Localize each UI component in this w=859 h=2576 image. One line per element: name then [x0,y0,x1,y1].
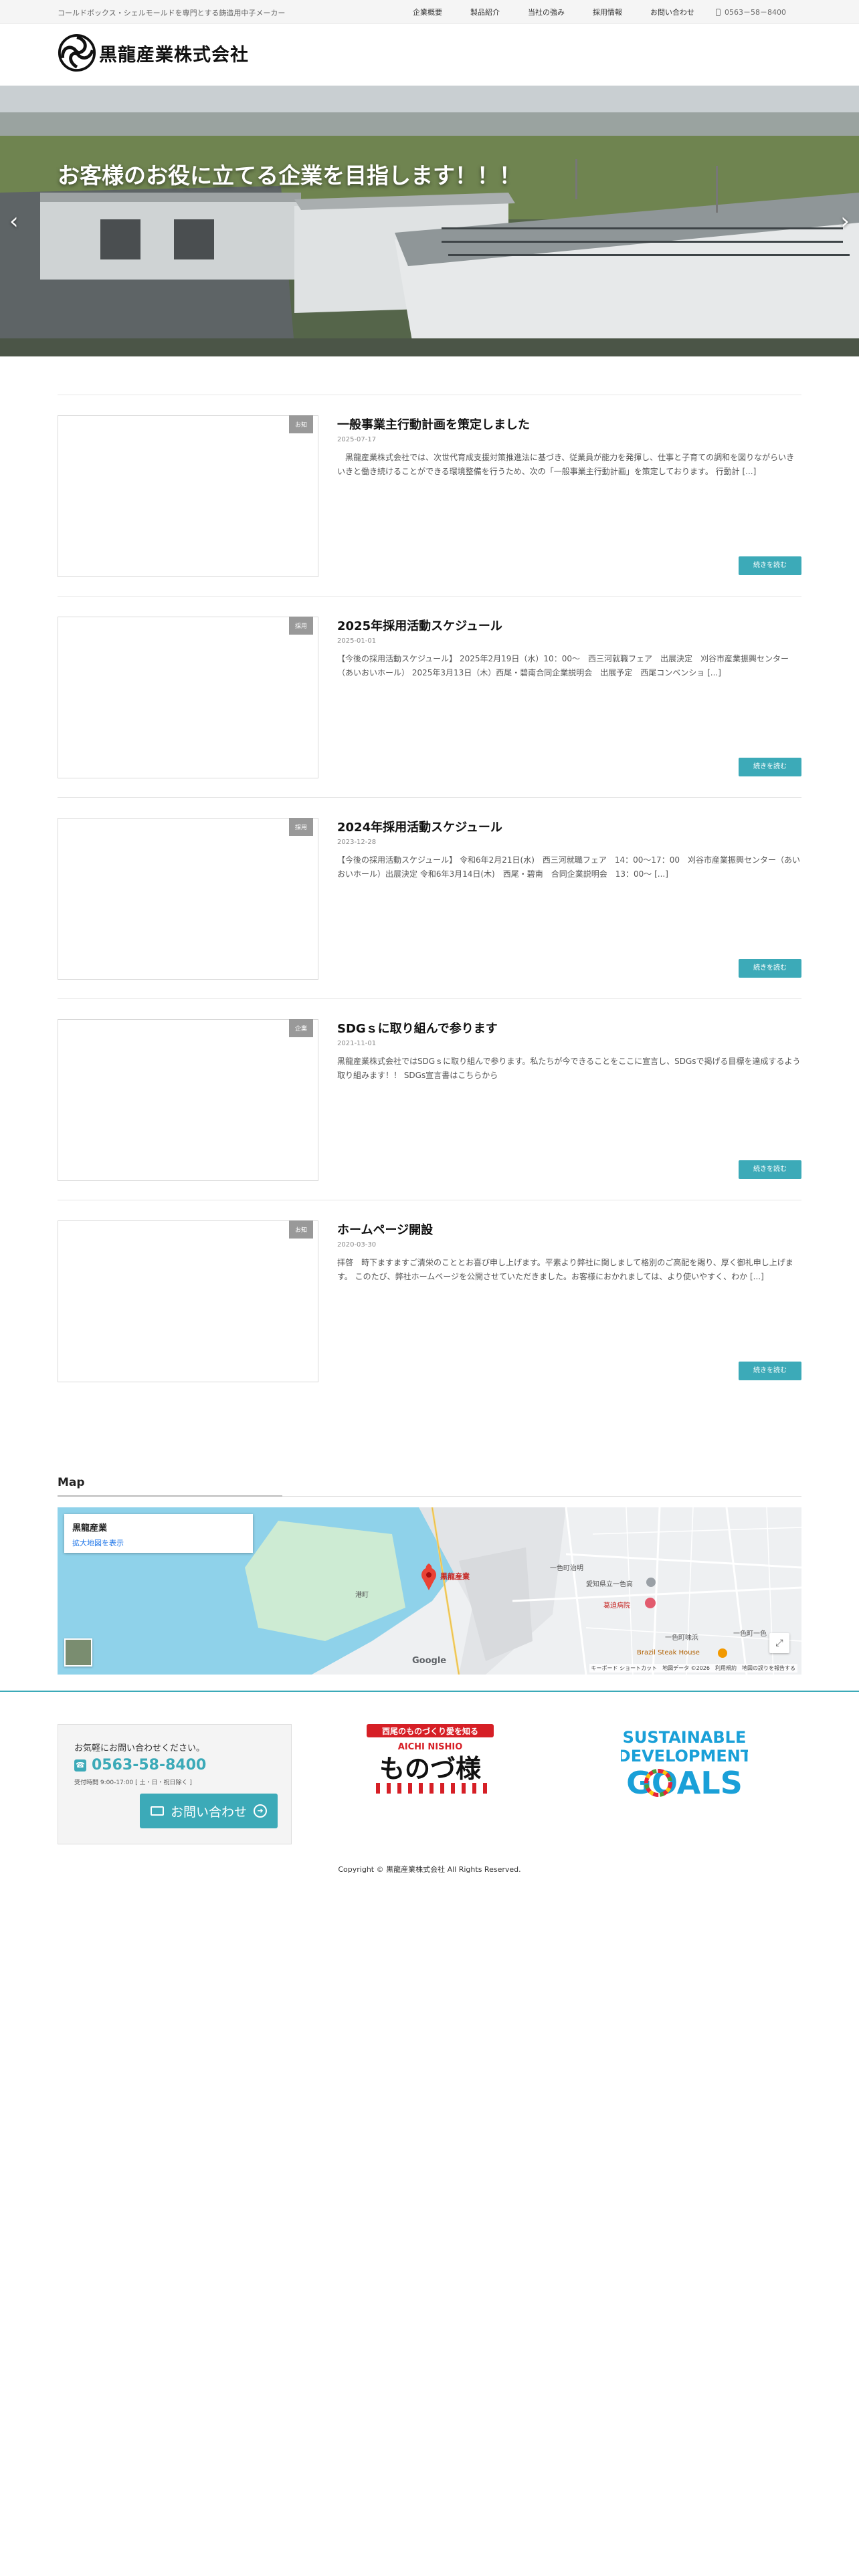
copyright: Copyright © 黒龍産業株式会社 All Rights Reserved… [338,1865,521,1874]
read-more-button[interactable]: 続きを読む [739,556,801,575]
google-logo: Google [412,1656,447,1666]
read-more-button[interactable]: 続きを読む [739,1160,801,1179]
slider-prev-arrow-icon[interactable]: ‹ [9,210,19,233]
map-attribution[interactable]: キーボード ショートカット 地図データ ©2026 利用規約 地図の誤りを報告す… [589,1664,797,1673]
header: 黒龍産業株式会社 [0,24,859,86]
post-category-badge[interactable]: 採用 [289,617,314,635]
map-label-town1: 一色町治明 [550,1565,583,1572]
map-label-school: 愛知県立一色高 [586,1581,633,1588]
top-phone-number: 0563－58－8400 [725,8,786,17]
nav-company[interactable]: 企業概要 [413,7,442,17]
post-thumbnail[interactable] [58,1220,318,1382]
hero-slider: お客様のお役に立てる企業を目指します！！！ ‹ › [0,86,859,356]
monodukuri-top-text: 西尾のものづくり愛を知る [382,1726,478,1736]
read-more-button[interactable]: 続きを読む [739,1362,801,1380]
map-info-card: 黒龍産業 拡大地図を表示 [64,1514,253,1553]
post-title[interactable]: 2024年採用活動スケジュール [337,818,502,835]
read-more-button[interactable]: 続きを読む [739,959,801,978]
post-item: お知 ホームページ開設 2020-03-30 拝啓 時下ますますご清栄のこととお… [58,1200,801,1401]
post-excerpt: 黒龍産業株式会社ではSDGｓに取り組んで参ります。私たちが今できることをここに宣… [337,1057,801,1080]
site-logo[interactable]: 黒龍産業株式会社 [58,33,249,72]
map-place-name: 黒龍産業 [72,1523,108,1533]
sdgs-line1: SUSTAINABLE [623,1728,747,1747]
hero-image [0,86,859,356]
post-item: 採用 2024年採用活動スケジュール 2023-12-28 【今後の採用活動スケ… [58,797,801,998]
post-thumbnail[interactable] [58,1019,318,1181]
map-label-port: 港町 [355,1592,369,1599]
monodukuri-banner[interactable]: 西尾のものづくり愛を知る AICHI NISHIO ものづ様 [367,1724,494,1798]
post-thumbnail[interactable] [58,415,318,577]
contact-button-label: お問い合わせ [170,1804,247,1820]
post-excerpt: 拝啓 時下ますますご清栄のこととお喜び申し上げます。平素より弊社に関しまして格別… [337,1258,793,1281]
sdgs-banner[interactable]: SUSTAINABLE DEVELOPMENT GOALS [617,1727,752,1801]
post-thumbnail[interactable] [58,617,318,778]
contact-box: お気軽にお問い合わせください。 ☎ 0563-58-8400 受付時間 9:00… [58,1724,292,1844]
mobile-phone-icon [716,8,721,16]
sdgs-line2: DEVELOPMENT [621,1747,748,1765]
post-item: お知 一般事業主行動計画を策定しました 2025-07-17 黒龍産業株式会社で… [58,395,801,596]
post-date: 2020-03-30 [337,1241,377,1249]
map-label-town2: 一色町味浜 [665,1634,698,1642]
contact-hours: 受付時間 9:00-17:00 [ 土・日・祝日除く ] [74,1780,192,1786]
contact-button[interactable]: お問い合わせ ➜ [140,1794,278,1828]
monodukuri-logo: 西尾のものづくり愛を知る AICHI NISHIO ものづ様 [367,1724,494,1794]
sdgs-line3: GOALS [626,1765,743,1800]
post-date: 2021-11-01 [337,1040,377,1047]
contact-phone-number: 0563-58-8400 [92,1757,207,1774]
post-date: 2023-12-28 [337,839,377,846]
post-item: 採用 2025年採用活動スケジュール 2025-01-01 【今後の採用活動スケ… [58,596,801,797]
map-enlarge-link[interactable]: 拡大地図を表示 [72,1537,245,1548]
top-phone[interactable]: 0563－58－8400 [716,7,786,17]
map-section-title: Map [58,1476,85,1489]
footer-divider [0,1691,859,1692]
nav-products[interactable]: 製品紹介 [470,7,500,17]
site-tagline: コールドボックス・シェルモールドを専門とする鋳造用中子メーカー [58,9,286,17]
logo-text: 黒龍産業株式会社 [99,44,249,66]
map-title-accent [58,1495,282,1497]
arrow-right-icon: ➜ [254,1804,267,1818]
post-excerpt: 【今後の採用活動スケジュール】 2025年2月19日（水）10：00〜 西三河就… [337,654,789,677]
map-satellite-toggle[interactable] [64,1638,92,1667]
map-label-town3: 一色町一色 [733,1630,767,1638]
phone-icon: ☎ [74,1759,86,1772]
post-excerpt: 【今後の採用活動スケジュール】 令和6年2月21日(水) 西三河就職フェア 14… [337,855,800,879]
top-bar: コールドボックス・シェルモールドを専門とする鋳造用中子メーカー 企業概要 製品紹… [0,0,859,24]
monodukuri-main-text: ものづ様 [379,1754,482,1784]
post-item: 企業 SDGｓに取り組んで参ります 2021-11-01 黒龍産業株式会社ではS… [58,998,801,1200]
logo-mark-icon [58,33,96,72]
hero-caption: お客様のお役に立てる企業を目指します！！！ [58,163,521,189]
mail-icon [150,1806,164,1816]
read-more-button[interactable]: 続きを読む [739,758,801,776]
map-label-restaurant: Brazil Steak House [637,1649,700,1656]
top-nav: 企業概要 製品紹介 当社の強み 採用情報 お問い合わせ [385,7,694,17]
embedded-map[interactable]: 黒龍産業 拡大地図を表示 黒龍産業 一色町治明 愛知県立一色高 葛迫病院 港町 … [58,1507,801,1675]
sdgs-logo: SUSTAINABLE DEVELOPMENT GOALS [617,1728,752,1801]
map-fullscreen-icon[interactable]: ⤢ [769,1633,789,1653]
post-list: お知 一般事業主行動計画を策定しました 2025-07-17 黒龍産業株式会社で… [58,395,801,1401]
map-pin-label: 黒龍産業 [440,1572,470,1581]
post-category-badge[interactable]: 採用 [289,818,314,836]
contact-lead-text: お気軽にお問い合わせください。 [74,1743,205,1753]
post-title[interactable]: 2025年採用活動スケジュール [337,617,502,634]
post-date: 2025-01-01 [337,637,377,645]
slider-next-arrow-icon[interactable]: › [840,210,850,233]
post-title[interactable]: ホームページ開設 [337,1220,433,1238]
post-category-badge[interactable]: お知 [289,415,314,433]
contact-phone[interactable]: ☎ 0563-58-8400 [74,1757,206,1774]
monodukuri-sub-text: AICHI NISHIO [398,1742,463,1752]
post-category-badge[interactable]: 企業 [289,1019,314,1037]
post-thumbnail[interactable] [58,818,318,980]
nav-recruit[interactable]: 採用情報 [593,7,622,17]
post-category-badge[interactable]: お知 [289,1220,314,1239]
post-date: 2025-07-17 [337,436,377,443]
map-label-hospital: 葛迫病院 [603,1602,630,1610]
post-excerpt: 黒龍産業株式会社では、次世代育成支援対策推進法に基づき、従業員が能力を発揮し、仕… [337,453,795,476]
nav-strengths[interactable]: 当社の強み [528,7,565,17]
nav-contact[interactable]: お問い合わせ [650,7,694,17]
post-title[interactable]: 一般事業主行動計画を策定しました [337,415,530,433]
post-title[interactable]: SDGｓに取り組んで参ります [337,1019,498,1037]
